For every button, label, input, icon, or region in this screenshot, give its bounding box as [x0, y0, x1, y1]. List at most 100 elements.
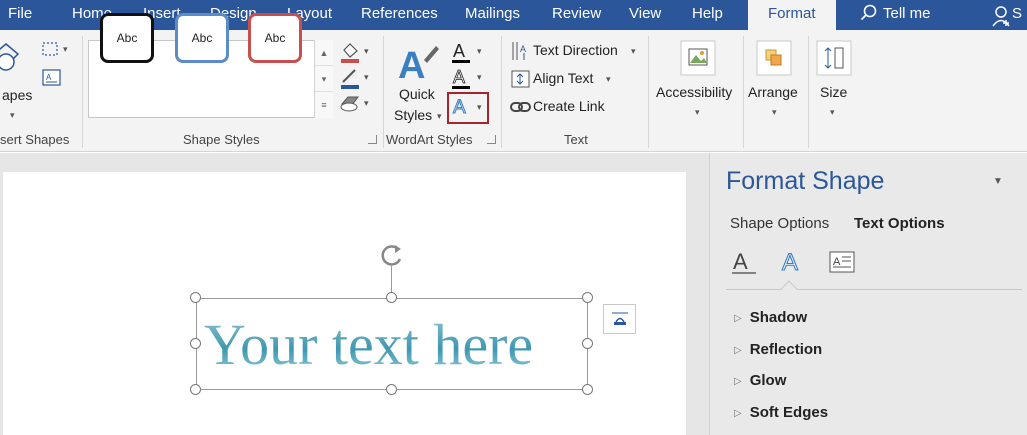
tab-references[interactable]: References: [361, 5, 438, 22]
group-divider: [743, 36, 744, 148]
align-text-dropdown[interactable]: ▾: [606, 74, 611, 85]
svg-text:A: A: [398, 45, 425, 84]
tab-view[interactable]: View: [629, 5, 661, 22]
text-direction-dropdown[interactable]: ▾: [631, 46, 636, 57]
resize-handle-e[interactable]: [582, 338, 593, 349]
shape-style-swatch-2[interactable]: Abc: [175, 13, 229, 63]
tab-text-options[interactable]: Text Options: [854, 215, 945, 232]
textbox-layout-icon[interactable]: A: [828, 250, 858, 276]
resize-handle-s[interactable]: [386, 384, 397, 395]
resize-handle-nw[interactable]: [190, 292, 201, 303]
wordart-styles-launcher[interactable]: [487, 135, 496, 144]
shape-style-swatch-1[interactable]: Abc: [100, 13, 154, 63]
pane-options-dropdown[interactable]: ▼: [993, 176, 1003, 187]
quick-styles-dropdown[interactable]: ▾: [437, 111, 442, 122]
link-icon[interactable]: [510, 98, 532, 116]
section-soft-edges[interactable]: ▷ Soft Edges: [734, 404, 828, 421]
tab-shape-options[interactable]: Shape Options: [730, 215, 829, 232]
svg-text:▾: ▾: [477, 72, 482, 82]
gallery-scroll-down[interactable]: ▾: [315, 66, 333, 92]
section-soft-edges-label: Soft Edges: [749, 404, 829, 421]
resize-handle-se[interactable]: [582, 384, 593, 395]
shape-outline-icon[interactable]: ▾: [338, 66, 378, 90]
resize-handle-n[interactable]: [386, 292, 397, 303]
size-icon[interactable]: [816, 40, 852, 76]
layout-options-button[interactable]: [603, 304, 636, 334]
arrange-label[interactable]: Arrange: [748, 84, 798, 100]
shapes-dropdown-arrow[interactable]: ▾: [10, 110, 15, 121]
wordart-styles-group-label: WordArt Styles: [386, 132, 473, 147]
text-fill-icon[interactable]: A ▾: [449, 40, 489, 66]
text-effects-highlight: [447, 92, 489, 124]
group-divider: [648, 36, 649, 148]
svg-text:A: A: [782, 249, 798, 276]
resize-handle-w[interactable]: [190, 338, 201, 349]
quick-styles-label-1[interactable]: Quick: [399, 86, 435, 102]
section-reflection[interactable]: ▷ Reflection: [734, 341, 822, 358]
shape-effects-icon[interactable]: ▾: [338, 92, 378, 116]
tab-format[interactable]: Format: [748, 0, 836, 30]
text-outline-icon[interactable]: A ▾: [449, 66, 489, 92]
wordart-text[interactable]: Your text here: [204, 306, 584, 384]
section-reflection-label: Reflection: [749, 341, 823, 358]
create-link-label[interactable]: Create Link: [533, 98, 605, 114]
text-group-label: Text: [564, 132, 588, 147]
section-glow[interactable]: ▷ Glow: [734, 372, 786, 389]
tab-mailings[interactable]: Mailings: [465, 5, 520, 22]
share-initial: S: [1012, 5, 1023, 22]
svg-text:A: A: [520, 44, 526, 54]
svg-text:A: A: [453, 67, 465, 87]
svg-text:A: A: [453, 41, 465, 61]
arrange-icon[interactable]: [756, 40, 792, 76]
text-effects-pane-icon[interactable]: A: [778, 246, 808, 278]
svg-text:A: A: [833, 256, 841, 268]
tell-me-label: Tell me: [883, 5, 931, 22]
group-divider: [808, 36, 809, 148]
section-glow-label: Glow: [749, 372, 787, 389]
group-divider: [383, 36, 384, 148]
share-button[interactable]: S: [992, 5, 1022, 32]
tab-file[interactable]: File: [8, 5, 32, 22]
gallery-scroll[interactable]: ▲ ▾ ≡: [314, 40, 333, 118]
tell-me-search[interactable]: Tell me: [860, 4, 931, 22]
shapes-button-label[interactable]: apes: [2, 87, 32, 103]
group-divider: [82, 36, 83, 148]
section-shadow-label: Shadow: [749, 309, 808, 326]
gallery-more[interactable]: ≡: [315, 92, 333, 118]
shapes-icon[interactable]: [0, 40, 40, 80]
svg-text:▾: ▾: [364, 72, 369, 82]
align-text-label[interactable]: Align Text: [533, 70, 593, 86]
alt-text-icon[interactable]: [680, 40, 716, 76]
pane-title: Format Shape: [726, 167, 885, 195]
quick-styles-label-2[interactable]: Styles: [394, 107, 432, 123]
text-direction-label[interactable]: Text Direction: [533, 42, 618, 58]
text-box-icon[interactable]: A: [41, 68, 63, 88]
accessibility-label[interactable]: Accessibility: [656, 84, 732, 100]
tab-review[interactable]: Review: [552, 5, 601, 22]
section-shadow[interactable]: ▷ Shadow: [734, 309, 807, 326]
svg-text:▾: ▾: [477, 46, 482, 56]
svg-text:▾: ▾: [364, 98, 369, 108]
text-direction-icon[interactable]: A: [510, 40, 532, 62]
rotate-handle-icon[interactable]: [376, 240, 408, 272]
shape-styles-launcher[interactable]: [368, 135, 377, 144]
insert-shapes-group-label: sert Shapes: [0, 132, 70, 147]
text-fill-outline-icon[interactable]: A: [730, 248, 760, 278]
shape-fill-icon[interactable]: ▾: [338, 40, 378, 64]
shape-styles-group-label: Shape Styles: [183, 132, 260, 147]
svg-text:A: A: [46, 73, 52, 82]
search-icon: [860, 4, 877, 21]
accessibility-dropdown[interactable]: ▾: [695, 107, 700, 118]
align-text-icon[interactable]: [510, 68, 532, 90]
resize-handle-sw[interactable]: [190, 384, 201, 395]
size-dropdown[interactable]: ▾: [830, 107, 835, 118]
resize-handle-ne[interactable]: [582, 292, 593, 303]
edit-shape-icon[interactable]: ▾: [41, 40, 73, 60]
tab-help[interactable]: Help: [692, 5, 723, 22]
quick-styles-icon[interactable]: A: [398, 42, 442, 84]
size-label[interactable]: Size: [820, 84, 847, 100]
shape-style-swatch-3[interactable]: Abc: [248, 13, 302, 63]
gallery-scroll-up[interactable]: ▲: [315, 40, 333, 66]
group-divider: [501, 36, 502, 148]
arrange-dropdown[interactable]: ▾: [772, 107, 777, 118]
